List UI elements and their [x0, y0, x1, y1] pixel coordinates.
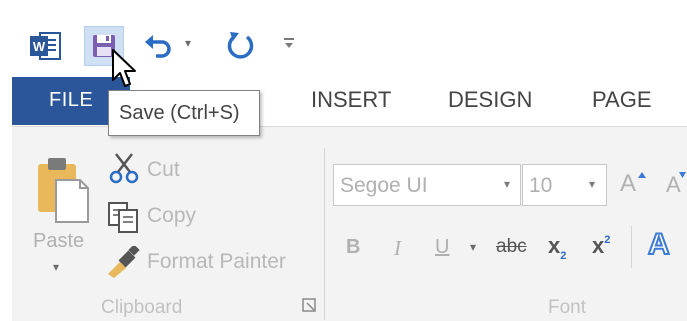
tab-insert[interactable]: INSERT — [311, 87, 391, 113]
text-effects-button[interactable]: A — [647, 227, 671, 262]
font-name-value: Segoe UI — [340, 174, 428, 197]
clipboard-dialog-launcher-icon[interactable] — [302, 298, 316, 312]
shrink-font-caret-icon — [678, 166, 687, 184]
superscript-mark: 2 — [604, 234, 611, 246]
clipboard-group-label: Clipboard — [101, 297, 183, 318]
tab-page[interactable]: PAGE — [592, 87, 652, 113]
font-size-dropdown-icon[interactable]: ▾ — [589, 177, 595, 191]
strikethrough-button[interactable]: abc — [496, 236, 527, 258]
superscript-button[interactable]: x2 — [592, 233, 610, 259]
repeat-button[interactable] — [222, 28, 258, 64]
underline-dropdown-icon[interactable]: ▾ — [470, 240, 476, 254]
font-size-value: 10 — [529, 174, 553, 197]
repeat-icon — [227, 32, 254, 59]
tab-file-label: FILE — [49, 89, 94, 111]
grow-font-caret-icon — [637, 166, 647, 184]
italic-button[interactable]: I — [394, 236, 401, 261]
word-icon[interactable]: W — [28, 30, 62, 62]
font-name-dropdown-icon[interactable]: ▾ — [504, 177, 510, 191]
font-group-label: Font — [548, 297, 587, 318]
font-group-divider — [631, 226, 632, 268]
format-painter-button[interactable]: Format Painter — [147, 250, 286, 274]
subscript-base: x — [548, 233, 561, 258]
font-size-combo[interactable]: 10 ▾ — [522, 164, 607, 206]
superscript-base: x — [592, 233, 605, 258]
grow-font-button[interactable]: A — [620, 170, 636, 198]
group-divider — [324, 148, 325, 320]
paste-dropdown-icon[interactable]: ▾ — [53, 260, 59, 274]
copy-icon — [106, 200, 140, 234]
subscript-button[interactable]: x2 — [548, 233, 566, 262]
tab-design[interactable]: DESIGN — [448, 87, 532, 113]
undo-dropdown-icon[interactable]: ▾ — [185, 36, 191, 50]
paste-button-label[interactable]: Paste — [33, 230, 84, 253]
format-painter-icon — [106, 244, 142, 278]
mouse-cursor-icon — [110, 48, 140, 92]
font-name-combo[interactable]: Segoe UI ▾ — [333, 164, 521, 206]
customize-qat-icon[interactable] — [280, 34, 298, 52]
subscript-mark: 2 — [560, 250, 567, 262]
tooltip-text: Save (Ctrl+S) — [119, 102, 240, 124]
undo-button[interactable] — [142, 30, 176, 62]
copy-button[interactable]: Copy — [147, 204, 196, 228]
save-tooltip: Save (Ctrl+S) — [108, 90, 260, 136]
paste-icon[interactable] — [34, 154, 94, 224]
cut-button[interactable]: Cut — [147, 158, 180, 182]
bold-button[interactable]: B — [346, 236, 360, 259]
undo-icon — [145, 35, 171, 58]
underline-button[interactable]: U — [435, 236, 449, 259]
svg-text:W: W — [33, 39, 46, 54]
cut-icon — [108, 152, 140, 184]
